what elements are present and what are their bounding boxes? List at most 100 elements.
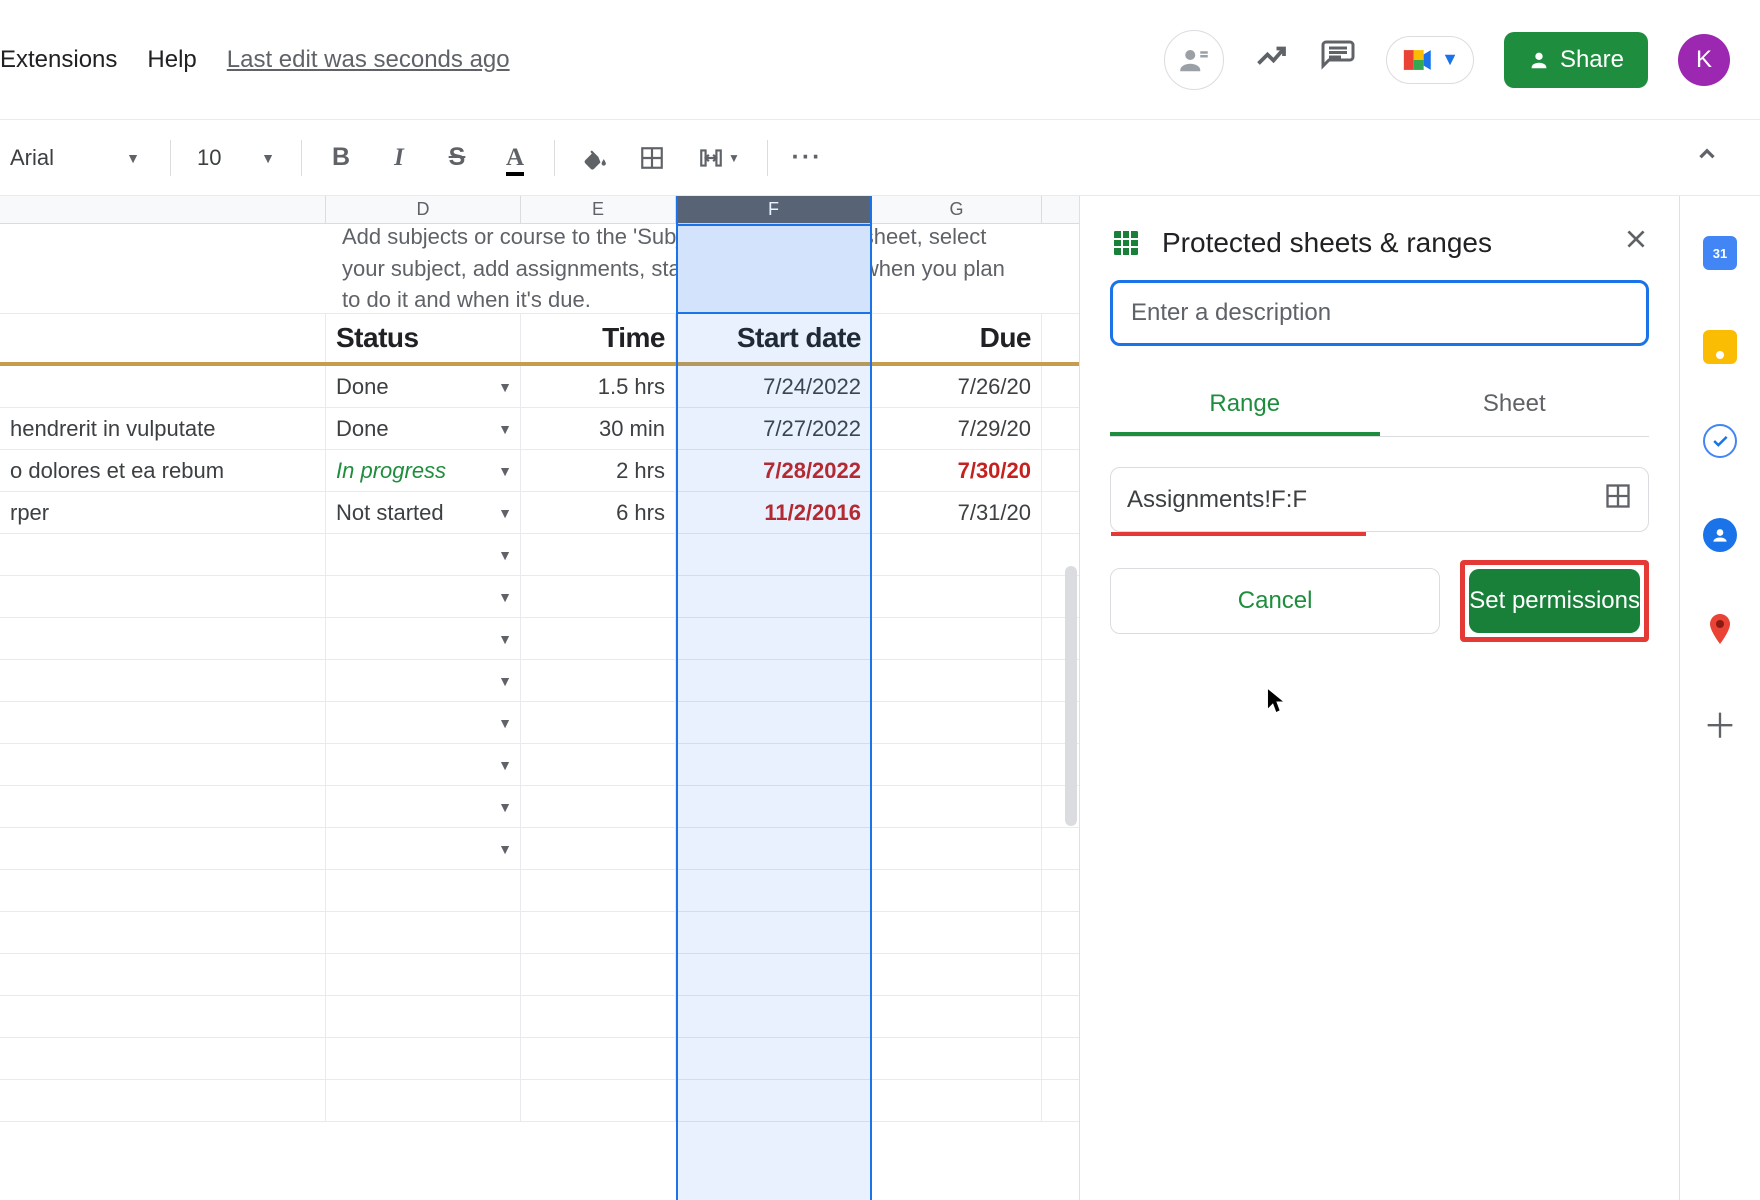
cell[interactable]: [676, 996, 872, 1037]
cell[interactable]: [521, 744, 676, 785]
menu-help[interactable]: Help: [147, 46, 196, 74]
cell[interactable]: [521, 954, 676, 995]
cell[interactable]: [872, 576, 1042, 617]
cell[interactable]: [0, 314, 326, 362]
bold-button[interactable]: B: [322, 139, 360, 177]
cell[interactable]: [872, 996, 1042, 1037]
cell[interactable]: [872, 744, 1042, 785]
status-cell[interactable]: In progress▼: [326, 450, 521, 491]
status-cell[interactable]: ▼: [326, 660, 521, 701]
cell[interactable]: [521, 786, 676, 827]
cell[interactable]: [676, 576, 872, 617]
tab-sheet[interactable]: Sheet: [1380, 376, 1650, 436]
cell[interactable]: [676, 702, 872, 743]
cell[interactable]: [0, 828, 326, 869]
cell[interactable]: [0, 996, 326, 1037]
fill-color-button[interactable]: [575, 139, 613, 177]
cell[interactable]: [872, 534, 1042, 575]
start-cell[interactable]: 11/2/2016: [676, 492, 872, 533]
status-cell[interactable]: [326, 912, 521, 953]
comments-icon[interactable]: [1320, 39, 1356, 80]
header-due[interactable]: Due: [872, 314, 1042, 362]
menu-extensions[interactable]: Extensions: [0, 46, 117, 74]
cell[interactable]: [676, 912, 872, 953]
cell[interactable]: rper: [0, 492, 326, 533]
header-status[interactable]: Status: [326, 314, 521, 362]
status-cell[interactable]: Done▼: [326, 408, 521, 449]
time-cell[interactable]: 30 min: [521, 408, 676, 449]
cell[interactable]: [676, 744, 872, 785]
cell[interactable]: [872, 954, 1042, 995]
strikethrough-button[interactable]: S: [438, 139, 476, 177]
status-cell[interactable]: Not started▼: [326, 492, 521, 533]
cell[interactable]: [0, 786, 326, 827]
cell[interactable]: [0, 702, 326, 743]
cell[interactable]: [872, 660, 1042, 701]
header-time[interactable]: Time: [521, 314, 676, 362]
cell[interactable]: [676, 660, 872, 701]
cell[interactable]: [521, 1080, 676, 1121]
col-header-g[interactable]: G: [872, 196, 1042, 223]
cell[interactable]: hendrerit in vulputate: [0, 408, 326, 449]
cell[interactable]: [521, 618, 676, 659]
cell[interactable]: [0, 912, 326, 953]
status-cell[interactable]: [326, 1038, 521, 1079]
cell[interactable]: [0, 1080, 326, 1121]
time-cell[interactable]: 1.5 hrs: [521, 366, 676, 407]
cell[interactable]: [0, 870, 326, 911]
text-color-button[interactable]: A: [496, 139, 534, 177]
trend-icon[interactable]: [1254, 38, 1290, 82]
last-edit-link[interactable]: Last edit was seconds ago: [227, 46, 510, 74]
font-size-select[interactable]: 10 ▼: [191, 137, 281, 179]
cell[interactable]: [872, 702, 1042, 743]
cell[interactable]: [676, 870, 872, 911]
cell[interactable]: [0, 660, 326, 701]
cell[interactable]: [872, 1038, 1042, 1079]
col-header-c[interactable]: [0, 196, 326, 223]
person-off-icon[interactable]: [1164, 30, 1224, 90]
merge-cells-button[interactable]: ▼: [691, 139, 747, 177]
cell[interactable]: [0, 366, 326, 407]
cell[interactable]: [521, 660, 676, 701]
cell[interactable]: [521, 996, 676, 1037]
calendar-icon[interactable]: [1703, 236, 1737, 270]
cell[interactable]: [0, 744, 326, 785]
cell[interactable]: [676, 618, 872, 659]
time-cell[interactable]: 6 hrs: [521, 492, 676, 533]
avatar[interactable]: K: [1678, 34, 1730, 86]
cell[interactable]: [521, 912, 676, 953]
cell[interactable]: [676, 534, 872, 575]
cell[interactable]: [872, 618, 1042, 659]
set-permissions-button[interactable]: Set permissions: [1469, 569, 1640, 633]
cell[interactable]: [521, 702, 676, 743]
contacts-icon[interactable]: [1703, 518, 1737, 552]
cell[interactable]: [676, 1080, 872, 1121]
cell[interactable]: [676, 954, 872, 995]
due-cell[interactable]: 7/31/20: [872, 492, 1042, 533]
share-button[interactable]: Share: [1504, 32, 1648, 88]
cell[interactable]: [872, 870, 1042, 911]
start-cell[interactable]: 7/27/2022: [676, 408, 872, 449]
cell[interactable]: [872, 828, 1042, 869]
close-button[interactable]: [1623, 226, 1649, 260]
cell[interactable]: [0, 1038, 326, 1079]
range-input[interactable]: Assignments!F:F: [1110, 467, 1649, 532]
cancel-button[interactable]: Cancel: [1110, 568, 1440, 634]
font-select[interactable]: Arial ▼: [0, 137, 150, 179]
tab-range[interactable]: Range: [1110, 376, 1380, 436]
scrollbar-vertical[interactable]: [1065, 566, 1077, 826]
status-cell[interactable]: [326, 954, 521, 995]
more-button[interactable]: ···: [788, 139, 826, 177]
status-cell[interactable]: ▼: [326, 786, 521, 827]
spreadsheet[interactable]: D E F G Add subjects or course to the 'S…: [0, 196, 1080, 1200]
status-cell[interactable]: ▼: [326, 534, 521, 575]
status-cell[interactable]: [326, 870, 521, 911]
cell[interactable]: [676, 1038, 872, 1079]
cell[interactable]: [872, 912, 1042, 953]
due-cell[interactable]: 7/26/20: [872, 366, 1042, 407]
cell[interactable]: [521, 870, 676, 911]
status-cell[interactable]: ▼: [326, 618, 521, 659]
cell[interactable]: [676, 786, 872, 827]
cell[interactable]: [521, 534, 676, 575]
cell[interactable]: [0, 954, 326, 995]
